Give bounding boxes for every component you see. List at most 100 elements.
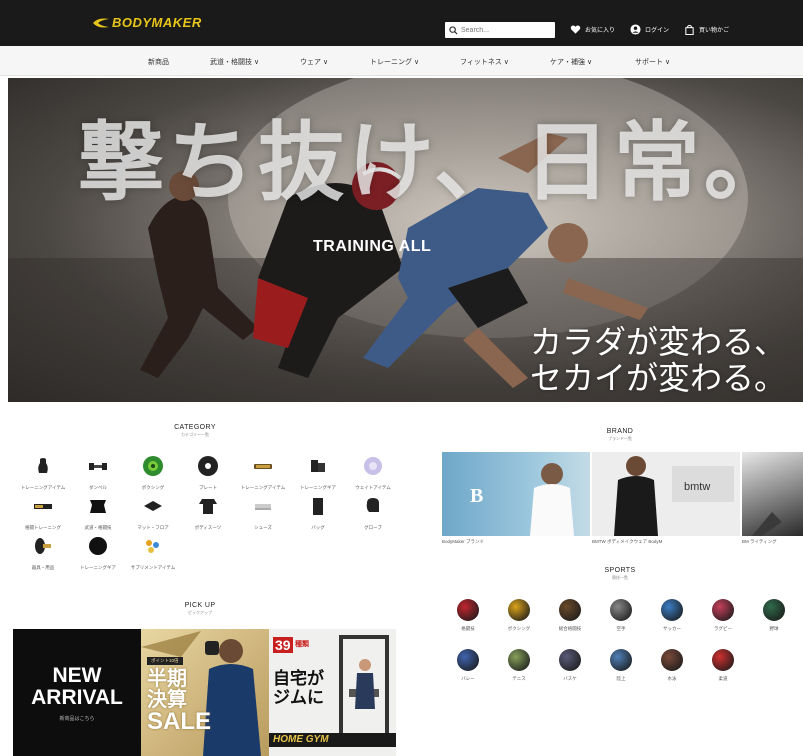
sport-icon xyxy=(712,599,734,621)
sale-text: 半期 決算 SALE xyxy=(147,669,211,734)
nav-item-fitness[interactable]: フィットネス ∨ xyxy=(460,57,509,67)
sport-item[interactable]: 格闘技 xyxy=(448,599,488,632)
brand-caption-bodymaker[interactable]: BodyMaker ブランド xyxy=(442,539,484,545)
sport-item[interactable]: 柔道 xyxy=(703,649,743,682)
gear-bag-icon xyxy=(311,460,325,472)
pad-icon xyxy=(34,504,52,509)
pickup-title: PICK UP xyxy=(184,602,216,609)
sale-logo-badge xyxy=(205,641,219,655)
sale-banner[interactable]: ポイント10倍 半期 決算 SALE xyxy=(141,629,269,756)
sport-icon xyxy=(508,599,530,621)
sport-icon xyxy=(457,599,479,621)
favorites-link[interactable]: お気に入り xyxy=(570,24,615,35)
category-item[interactable]: マット・フロア xyxy=(125,495,181,531)
cart-link[interactable]: 買い物かご xyxy=(684,24,729,35)
cart-label: 買い物かご xyxy=(699,28,730,34)
category-item[interactable]: ボクシング xyxy=(125,455,181,491)
sport-icon xyxy=(610,649,632,671)
ball-icon xyxy=(364,457,382,475)
category-label: シューズ xyxy=(254,525,272,530)
category-item[interactable]: ダンベル xyxy=(70,455,126,491)
sport-label: 柔道 xyxy=(718,676,728,681)
mat-icon xyxy=(144,501,162,511)
search-icon xyxy=(449,25,458,35)
brand-heading: BRAND ブランド一覧 xyxy=(580,428,660,442)
category-item[interactable]: 格闘トレーニング xyxy=(15,495,71,531)
category-label: ボクシング xyxy=(141,485,165,490)
nav-item-wear[interactable]: ウェア ∨ xyxy=(300,57,328,67)
sport-item[interactable]: 空手 xyxy=(601,599,641,632)
nav-item-training[interactable]: トレーニング ∨ xyxy=(370,57,419,67)
category-label: 器具・用品 xyxy=(31,565,55,570)
sport-icon xyxy=(559,649,581,671)
sport-icon xyxy=(712,649,734,671)
category-subtitle: カテゴリー一覧 xyxy=(181,432,209,437)
sport-item[interactable]: ボクシング xyxy=(499,599,539,632)
category-item[interactable]: ボディスーツ xyxy=(180,495,236,531)
sport-icon xyxy=(508,649,530,671)
user-icon xyxy=(630,24,641,35)
nav-item-care[interactable]: ケア・補強 ∨ xyxy=(550,57,592,67)
nav-item-new[interactable]: 新商品 xyxy=(148,57,169,67)
sport-item[interactable]: 水泳 xyxy=(652,649,692,682)
brand-subtitle: ブランド一覧 xyxy=(608,436,632,441)
brand-card-bodymaker[interactable]: B xyxy=(442,452,590,536)
grip-icon xyxy=(254,464,272,469)
sport-label: テニス xyxy=(512,676,526,681)
category-title: CATEGORY xyxy=(174,424,216,431)
category-item[interactable]: グローブ xyxy=(345,495,401,531)
new-arrival-line1: NEW xyxy=(52,664,102,687)
login-link[interactable]: ログイン xyxy=(630,24,669,35)
dumbbell-icon xyxy=(89,463,107,470)
category-item[interactable]: 武道・格闘技 xyxy=(70,495,126,531)
category-label: プレート xyxy=(199,485,217,490)
sport-item[interactable]: 野球 xyxy=(754,599,794,632)
logo[interactable]: BODYMAKER xyxy=(92,15,202,30)
hero-subtitle: カラダが変わる、 セカイが変わる。 xyxy=(530,324,786,396)
pickup-subtitle: ピックアップ xyxy=(188,610,212,615)
top-header: BODYMAKER お気に入り ログイン 買い物かご xyxy=(0,0,803,46)
category-item[interactable]: ウェイトアイテム xyxy=(345,455,401,491)
brand-card-lighting[interactable] xyxy=(742,452,803,536)
category-item[interactable]: 器具・用品 xyxy=(15,535,71,571)
brand-bmtw-image: bmtw xyxy=(614,456,734,536)
category-item[interactable]: トレーニングアイテム xyxy=(235,455,291,491)
weight-plate-icon xyxy=(198,456,218,476)
category-label: トレーニングギア xyxy=(80,565,116,570)
category-item[interactable]: シューズ xyxy=(235,495,291,531)
category-item[interactable]: サプリメントアイテム xyxy=(125,535,181,571)
favorites-label: お気に入り xyxy=(585,28,616,34)
category-item[interactable]: トレーニングギア xyxy=(70,535,126,571)
search-box[interactable] xyxy=(445,22,555,38)
sport-item[interactable]: 陸上 xyxy=(601,649,641,682)
sport-item[interactable]: サッカー xyxy=(652,599,692,632)
category-item[interactable]: トレーニングアイテム xyxy=(15,455,71,491)
category-label: サプリメントアイテム xyxy=(130,565,176,570)
sport-item[interactable]: バレー xyxy=(448,649,488,682)
sport-item[interactable]: ラグビー xyxy=(703,599,743,632)
category-item[interactable]: バッグ xyxy=(290,495,346,531)
search-input[interactable] xyxy=(461,26,551,34)
sport-item[interactable]: 総合格闘技 xyxy=(550,599,590,632)
nav-item-support[interactable]: サポート ∨ xyxy=(635,57,670,67)
category-item[interactable]: トレーニングギア xyxy=(290,455,346,491)
boxing-target-icon xyxy=(143,456,163,476)
main-nav: 新商品 武道・格闘技 ∨ ウェア ∨ トレーニング ∨ フィットネス ∨ ケア・… xyxy=(0,46,803,76)
category-item[interactable]: プレート xyxy=(180,455,236,491)
home-gym-banner[interactable]: 39 種類 自宅が ジムに HOME GYM xyxy=(269,629,396,756)
brand-caption-lighting[interactable]: BM ライティング xyxy=(742,539,777,545)
shirt-icon xyxy=(199,499,217,514)
shoes-icon xyxy=(255,504,271,510)
brand-caption-bmtw[interactable]: BMTW ボディメイクウェア BodyM xyxy=(592,539,662,545)
sports-heading: SPORTS 競技一覧 xyxy=(580,567,660,581)
gi-icon xyxy=(90,500,106,513)
sport-item[interactable]: バスケ xyxy=(550,649,590,682)
hero-banner[interactable]: 撃ち抜け、日常。 TRAINING ALL カラダが変わる、 セカイが変わる。 xyxy=(8,78,803,402)
brand-card-bmtw[interactable]: bmtw xyxy=(592,452,740,536)
new-arrival-banner[interactable]: NEW ARRIVAL 新商品はこちら xyxy=(13,629,141,756)
nav-item-martial-arts[interactable]: 武道・格闘技 ∨ xyxy=(210,57,259,67)
sport-icon xyxy=(559,599,581,621)
new-arrival-text: NEW ARRIVAL xyxy=(13,665,141,709)
hero-center-text: TRAINING ALL xyxy=(313,238,432,255)
sport-item[interactable]: テニス xyxy=(499,649,539,682)
